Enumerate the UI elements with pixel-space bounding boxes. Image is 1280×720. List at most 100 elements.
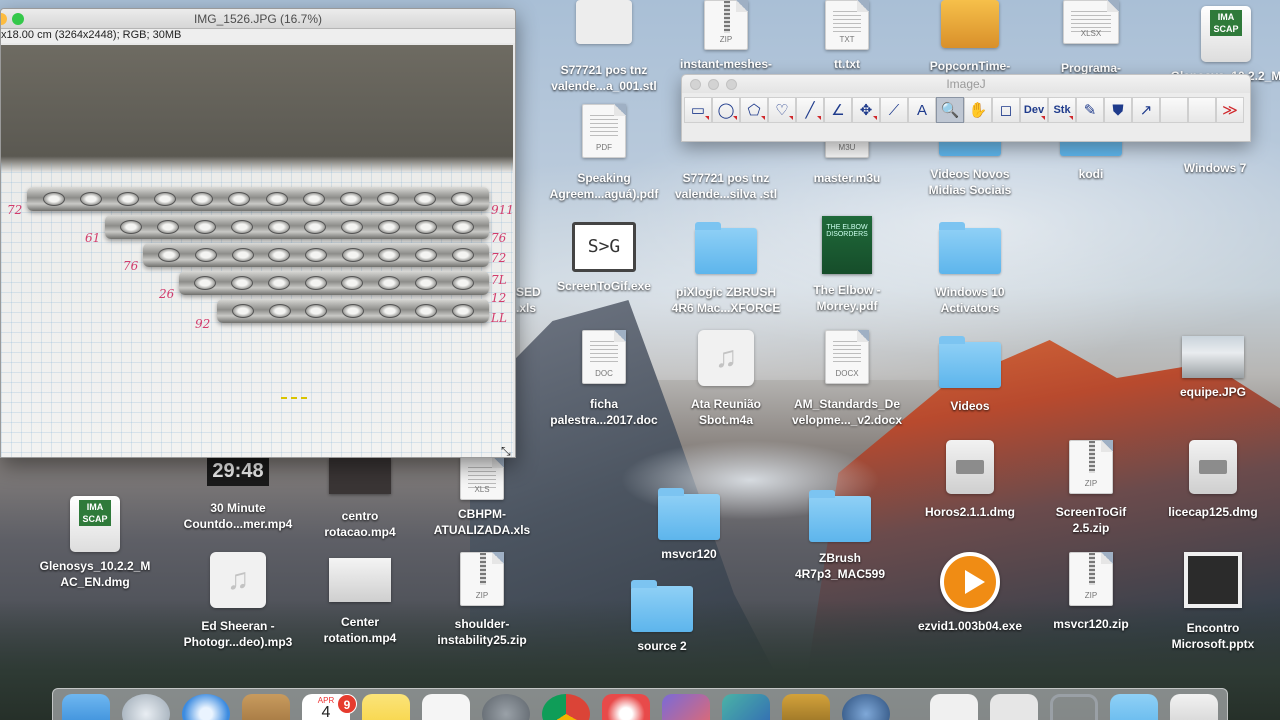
downloads-folder-icon[interactable] xyxy=(1110,694,1158,720)
imagej-titlebar[interactable]: ImageJ xyxy=(682,75,1250,93)
desktop-icon-30-minute[interactable]: 29:48 30 Minute Countdo...mer.mp4 xyxy=(178,456,298,532)
bone-plate xyxy=(27,187,489,211)
box-package-icon xyxy=(941,0,999,48)
image-window-titlebar[interactable]: IMG_1526.JPG (16.7%) xyxy=(1,9,515,29)
empty-slot-2[interactable] xyxy=(1188,97,1216,123)
desktop-icon-equipe-jpg[interactable]: equipe.JPG xyxy=(1153,330,1273,400)
desktop-icon-label: Encontro Microsoft.pptx xyxy=(1171,621,1255,651)
pen-mark: 72 xyxy=(7,203,23,217)
video-thumbnail-icon xyxy=(329,558,391,602)
desktop-icon-am-standards[interactable]: DOCX AM_Standards_De velopme..._v2.docx xyxy=(787,330,907,428)
desktop-icon-ezvid[interactable]: ezvid1.003b04.exe xyxy=(896,552,1044,634)
disk-image-icon xyxy=(946,440,994,494)
desktop-icon-instant-meshes[interactable]: ZIP instant-meshes- xyxy=(666,0,786,72)
bone-plate xyxy=(179,271,489,295)
desktop-icon-glenosys-dmg[interactable]: IMA SCAP Glenosys_10.2.2_M AC_EN.dmg xyxy=(34,496,156,590)
resize-handle-icon[interactable]: ⤡ xyxy=(501,445,513,457)
desktop-icon-label: shoulder- instability25.zip xyxy=(437,617,527,647)
desktop-icon-msvcr120-zip[interactable]: ZIP msvcr120.zip xyxy=(1031,552,1151,632)
desktop-icon-encontro-microsoft[interactable]: Encontro Microsoft.pptx xyxy=(1153,552,1273,652)
imagej-title: ImageJ xyxy=(946,77,986,91)
pen-mark: 61 xyxy=(85,231,101,245)
contacts-icon[interactable] xyxy=(242,694,290,720)
selection-marker xyxy=(281,397,307,399)
desktop-icon-licecap[interactable]: licecap125.dmg xyxy=(1153,440,1273,520)
magnifier-tool-icon[interactable]: 🔍 xyxy=(936,97,964,123)
stk-tool[interactable]: Stk xyxy=(1048,97,1076,123)
disk-image-icon xyxy=(1189,440,1237,494)
tool-menu-indicator-icon xyxy=(1041,116,1045,120)
rectangle-tool-icon[interactable]: ▭ xyxy=(684,97,712,123)
desktop-icon-label: 30 Minute Countdo...mer.mp4 xyxy=(183,501,293,531)
desktop-icon-popcorntime[interactable]: PopcornTime- xyxy=(910,0,1030,74)
folder-icon xyxy=(658,488,720,540)
angle-tool-icon[interactable]: ∠ xyxy=(824,97,852,123)
help-icon[interactable] xyxy=(1050,694,1098,720)
desktop-icon-zbrush-4r7[interactable]: ZBrush 4R7p3_MAC599 xyxy=(780,490,900,582)
wand-tool-icon[interactable]: ⟋ xyxy=(880,97,908,123)
desktop-icon-label: CBHPM- ATUALIZADA.xls xyxy=(433,507,531,537)
hand-tool-icon[interactable]: ✋ xyxy=(964,97,992,123)
desktop-icon-source-2[interactable]: source 2 xyxy=(602,580,722,654)
app-icon-3[interactable] xyxy=(722,694,770,720)
more-tools-icon[interactable]: ≫ xyxy=(1216,97,1244,123)
imagej-toolbar-window[interactable]: ImageJ ▭ ◯ ⬠ ♡ ╱ ∠ ✥ ⟋ A 🔍 ✋ ◻ Dev Stk ✎ ⛊ ↗ ≫ xyxy=(681,74,1251,142)
brush-tool-icon[interactable]: ✎ xyxy=(1076,97,1104,123)
play-icon xyxy=(940,552,1000,612)
image-canvas[interactable]: 72 61 76 26 92 911 76 72 7L 12 LL xyxy=(1,45,513,457)
desktop-icon-ata-reuniao[interactable]: ♫ Ata Reunião Sbot.m4a xyxy=(666,330,786,428)
empty-slot-1[interactable] xyxy=(1160,97,1188,123)
desktop-icon-label: Horos2.1.1.dmg xyxy=(924,505,1016,519)
arrow-tool-icon[interactable]: ↗ xyxy=(1132,97,1160,123)
freehand-tool-icon[interactable]: ♡ xyxy=(768,97,796,123)
app-icon[interactable] xyxy=(602,694,650,720)
finder-icon[interactable] xyxy=(62,694,110,720)
desktop-icon-stl-1[interactable]: S77721 pos tnz valende...a_001.stl xyxy=(544,0,664,94)
oval-tool-icon[interactable]: ◯ xyxy=(712,97,740,123)
desktop-icon-msvcr120[interactable]: msvcr120 xyxy=(629,488,749,562)
color-picker-icon[interactable]: ◻ xyxy=(992,97,1020,123)
desktop-icon-horos[interactable]: Horos2.1.1.dmg xyxy=(910,440,1030,520)
pen-mark: 92 xyxy=(195,317,211,331)
desktop-icon-screentogif-zip[interactable]: ZIP ScreenToGif 2.5.zip xyxy=(1031,440,1151,536)
zip-stack-icon[interactable] xyxy=(990,694,1038,720)
desktop-icon-shoulder-instability[interactable]: ZIP shoulder- instability25.zip xyxy=(422,552,542,648)
reminders-icon[interactable] xyxy=(422,694,470,720)
polygon-tool-icon[interactable]: ⬠ xyxy=(740,97,768,123)
line-tool-icon[interactable]: ╱ xyxy=(796,97,824,123)
text-tool-icon[interactable]: A xyxy=(908,97,936,123)
multipoint-tool-icon[interactable]: ✥ xyxy=(852,97,880,123)
flood-fill-icon[interactable]: ⛊ xyxy=(1104,97,1132,123)
photo-thumbnail-icon xyxy=(1182,336,1244,378)
desktop-icon-windows10-activators[interactable]: Windows 10 Activators xyxy=(910,222,1030,316)
tool-menu-indicator-icon xyxy=(789,116,793,120)
pen-mark: 76 xyxy=(491,231,507,245)
app-icon-4[interactable] xyxy=(782,694,830,720)
desktop-icon-ed-sheeran[interactable]: ♫ Ed Sheeran - Photogr...deo).mp3 xyxy=(178,552,298,650)
image-window[interactable]: IMG_1526.JPG (16.7%) x18.00 cm (3264x244… xyxy=(0,8,516,458)
desktop-icon-tt-txt[interactable]: TXT tt.txt xyxy=(787,0,907,72)
tool-menu-indicator-icon xyxy=(817,116,821,120)
desktop-icon-cbhpm[interactable]: XLS CBHPM- ATUALIZADA.xls xyxy=(422,456,542,538)
desktop-icon-label: source 2 xyxy=(637,639,687,653)
document-stack-icon[interactable] xyxy=(930,694,978,720)
desktop-icon-pixlogic-zbrush[interactable]: piXlogic ZBRUSH 4R6 Mac...XFORCE xyxy=(666,222,786,316)
trash-icon[interactable] xyxy=(1170,694,1218,720)
desktop-icon-center-rotation[interactable]: Center rotation.mp4 xyxy=(300,558,420,646)
desktop-icon-programa[interactable]: XLSX Programa- xyxy=(1031,0,1151,76)
timer-thumbnail-icon: 29:48 xyxy=(207,456,269,486)
calendar-badge: 9 xyxy=(337,694,357,714)
desktop-icon-the-elbow[interactable]: THE ELBOW DISORDERS The Elbow - Morrey.p… xyxy=(787,216,907,314)
desktop-icon-screentogif-exe[interactable]: S>G ScreenToGif.exe xyxy=(544,222,664,294)
desktop-icon-label: PopcornTime- xyxy=(929,59,1011,73)
notes-icon[interactable] xyxy=(362,694,410,720)
desktop-icon-ficha-palestra[interactable]: DOC ficha palestra...2017.doc xyxy=(544,330,664,428)
desktop-icon-glenosys-top[interactable]: IMA SCAP Glenosys_10.2.2_M xyxy=(1166,6,1280,84)
dev-tool[interactable]: Dev xyxy=(1020,97,1048,123)
desktop-icon-speaking-agreement[interactable]: PDF Speaking Agreem...aguá).pdf xyxy=(544,104,664,202)
desktop-icon-label: tt.txt xyxy=(834,57,860,71)
desktop-icon-centro-rotacao[interactable]: centro rotacao.mp4 xyxy=(300,456,420,540)
app-icon-2[interactable] xyxy=(662,694,710,720)
desktop-icon-videos[interactable]: Videos xyxy=(910,336,1030,414)
imascap-disk-icon: IMA SCAP xyxy=(1201,6,1251,62)
